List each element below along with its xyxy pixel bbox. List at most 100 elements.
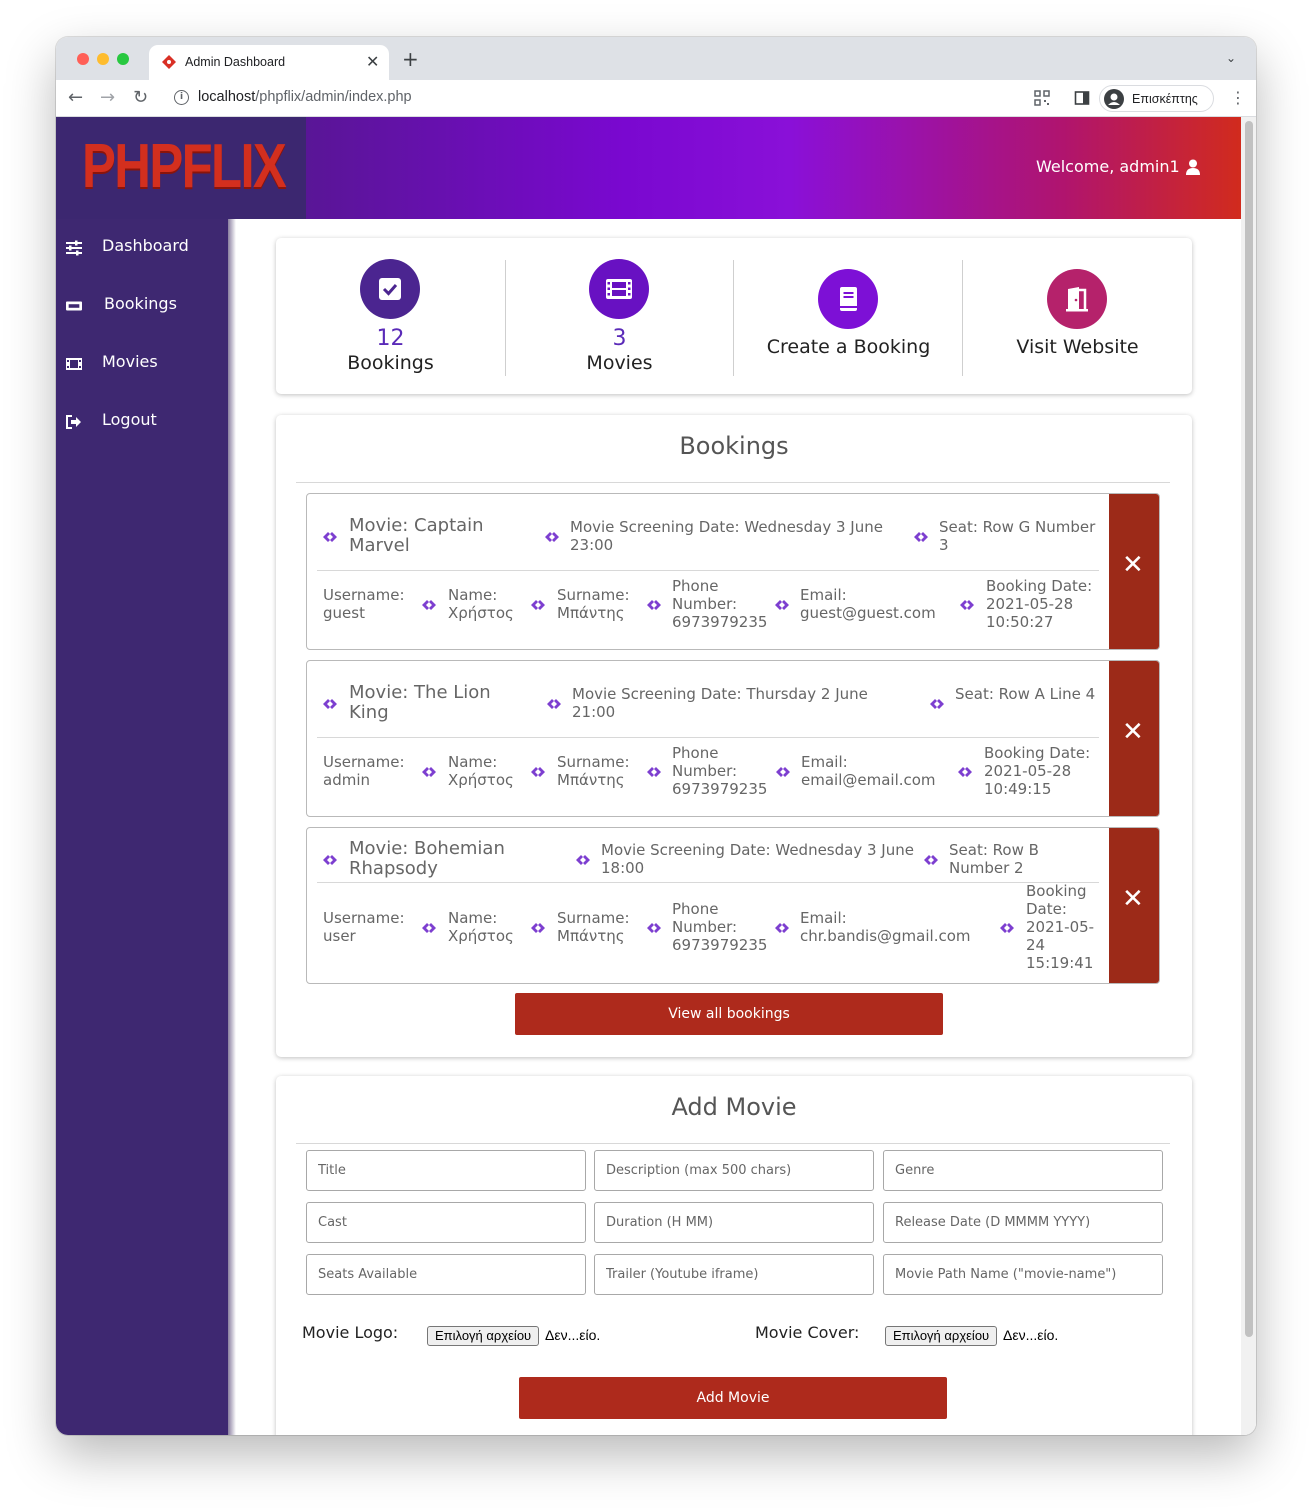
booking-date: Booking Date: 2021-05-28 10:49:15 <box>984 744 1091 798</box>
booking-item: Movie: The Lion King Movie Screening Dat… <box>306 660 1160 817</box>
bookings-label: Bookings <box>347 352 434 374</box>
booking-divider <box>317 570 1099 571</box>
delete-booking-button[interactable]: ✕ <box>1109 828 1159 983</box>
bookings-card: Bookings Movie: Captain Marvel Movie Scr… <box>276 415 1192 1057</box>
minimize-window-button[interactable] <box>97 53 109 65</box>
cast-field[interactable] <box>306 1202 586 1243</box>
page-viewport: PHPFLIX Welcome, admin1 Dashboard Bookin… <box>56 117 1256 1435</box>
booking-surname: Surname: Μπάντης <box>557 586 630 622</box>
stats-card: 12 Bookings 3 Movies Create a Booking Vi… <box>276 238 1192 394</box>
add-movie-title: Add Movie <box>671 1093 797 1121</box>
diamond-bullet-icon <box>647 923 661 933</box>
duration-input[interactable] <box>595 1203 873 1242</box>
tab-close-icon[interactable]: ✕ <box>366 52 379 71</box>
site-info-icon[interactable]: i <box>174 90 189 105</box>
movie-cover-file-status: Δεν...είο. <box>1003 1327 1059 1343</box>
logo-area[interactable]: PHPFLIX <box>56 117 306 219</box>
tab-strip: Admin Dashboard ✕ + ⌄ <box>56 37 1256 80</box>
diamond-bullet-icon <box>422 923 436 933</box>
booking-screening-date: Movie Screening Date: Wednesday 3 June 1… <box>601 841 914 877</box>
sliders-icon <box>66 240 82 256</box>
user-icon[interactable] <box>1186 159 1200 175</box>
seats-input[interactable] <box>307 1255 585 1294</box>
qr-code-icon[interactable] <box>1034 90 1050 106</box>
booking-email: Email: guest@guest.com <box>800 586 936 622</box>
stat-bookings[interactable]: 12 Bookings <box>276 238 505 394</box>
maximize-window-button[interactable] <box>117 53 129 65</box>
booking-surname: Surname: Μπάντης <box>557 753 630 789</box>
diamond-bullet-icon <box>422 600 436 610</box>
booking-username: Username: user <box>323 909 405 945</box>
tab-title: Admin Dashboard <box>185 55 286 69</box>
reload-icon[interactable]: ↻ <box>133 88 148 108</box>
forward-arrow-icon[interactable]: → <box>100 88 115 108</box>
diamond-bullet-icon <box>422 767 436 777</box>
title-field[interactable] <box>306 1150 586 1191</box>
description-input[interactable] <box>595 1151 873 1190</box>
welcome-text[interactable]: Welcome, admin1 <box>1036 157 1180 176</box>
release-date-input[interactable] <box>884 1203 1162 1242</box>
tab-search-chevron-icon[interactable]: ⌄ <box>1226 51 1236 65</box>
booking-name: Name: Χρήστος <box>448 909 514 945</box>
movie-logo-label: Movie Logo: <box>302 1323 399 1342</box>
stat-movies[interactable]: 3 Movies <box>505 238 734 394</box>
sidebar-item-bookings[interactable]: Bookings <box>66 294 226 318</box>
booking-username: Username: admin <box>323 753 405 789</box>
title-input[interactable] <box>307 1151 585 1190</box>
view-all-bookings-button[interactable]: View all bookings <box>515 993 943 1035</box>
diamond-bullet-icon <box>914 532 928 542</box>
page-scrollbar[interactable] <box>1241 117 1256 1435</box>
browser-tab[interactable]: Admin Dashboard ✕ <box>149 45 389 80</box>
close-icon: ✕ <box>1122 717 1144 747</box>
diamond-bullet-icon <box>545 532 559 542</box>
booking-movie: Movie: The Lion King <box>349 682 491 723</box>
book-icon <box>818 269 878 329</box>
add-movie-button[interactable]: Add Movie <box>519 1377 947 1419</box>
scrollbar-thumb[interactable] <box>1245 121 1253 1337</box>
sidebar-item-movies[interactable]: Movies <box>66 352 226 376</box>
new-tab-button[interactable]: + <box>402 49 419 69</box>
address-bar[interactable]: localhost/phpflix/admin/index.php <box>198 89 412 105</box>
sidebar-item-label: Dashboard <box>102 236 189 255</box>
close-icon: ✕ <box>1122 884 1144 914</box>
create-booking-link[interactable]: Create a Booking <box>734 238 963 394</box>
path-name-input[interactable] <box>884 1255 1162 1294</box>
close-window-button[interactable] <box>77 53 89 65</box>
booking-movie: Movie: Bohemian Rhapsody <box>349 838 505 879</box>
bookings-title: Bookings <box>679 432 789 460</box>
bookings-count: 12 <box>376 326 405 351</box>
sidebar-item-label: Bookings <box>104 294 177 313</box>
movie-logo-file-button[interactable]: Επιλογή αρχείου <box>427 1326 540 1346</box>
browser-menu-icon[interactable]: ⋮ <box>1230 88 1246 107</box>
booking-item: Movie: Captain Marvel Movie Screening Da… <box>306 493 1160 650</box>
trailer-input[interactable] <box>595 1255 873 1294</box>
description-field[interactable] <box>594 1150 874 1191</box>
delete-booking-button[interactable]: ✕ <box>1109 661 1159 816</box>
booking-date: Booking Date: 2021-05-24 15:19:41 <box>1026 882 1095 972</box>
path-name-field[interactable] <box>883 1254 1163 1295</box>
visit-website-label: Visit Website <box>1016 336 1139 358</box>
delete-booking-button[interactable]: ✕ <box>1109 494 1159 649</box>
seats-field[interactable] <box>306 1254 586 1295</box>
visit-website-link[interactable]: Visit Website <box>963 238 1192 394</box>
check-square-icon <box>360 259 420 319</box>
film-icon <box>589 259 649 319</box>
release-date-field[interactable] <box>883 1202 1163 1243</box>
sidebar-item-logout[interactable]: Logout <box>66 410 226 434</box>
section-divider <box>296 482 1170 483</box>
sidebar-item-dashboard[interactable]: Dashboard <box>66 236 226 260</box>
side-panel-icon[interactable] <box>1074 90 1090 106</box>
diamond-bullet-icon <box>775 600 789 610</box>
profile-button[interactable]: Επισκέπτης <box>1099 85 1214 112</box>
genre-field[interactable] <box>883 1150 1163 1191</box>
booking-divider <box>317 737 1099 738</box>
duration-field[interactable] <box>594 1202 874 1243</box>
trailer-field[interactable] <box>594 1254 874 1295</box>
browser-toolbar: ← → ↻ i localhost/phpflix/admin/index.ph… <box>56 80 1256 117</box>
cast-input[interactable] <box>307 1203 585 1242</box>
back-arrow-icon[interactable]: ← <box>68 88 83 108</box>
genre-input[interactable] <box>884 1151 1162 1190</box>
diamond-bullet-icon <box>531 600 545 610</box>
movie-cover-file-button[interactable]: Επιλογή αρχείου <box>885 1326 998 1346</box>
profile-avatar-icon <box>1104 89 1124 109</box>
